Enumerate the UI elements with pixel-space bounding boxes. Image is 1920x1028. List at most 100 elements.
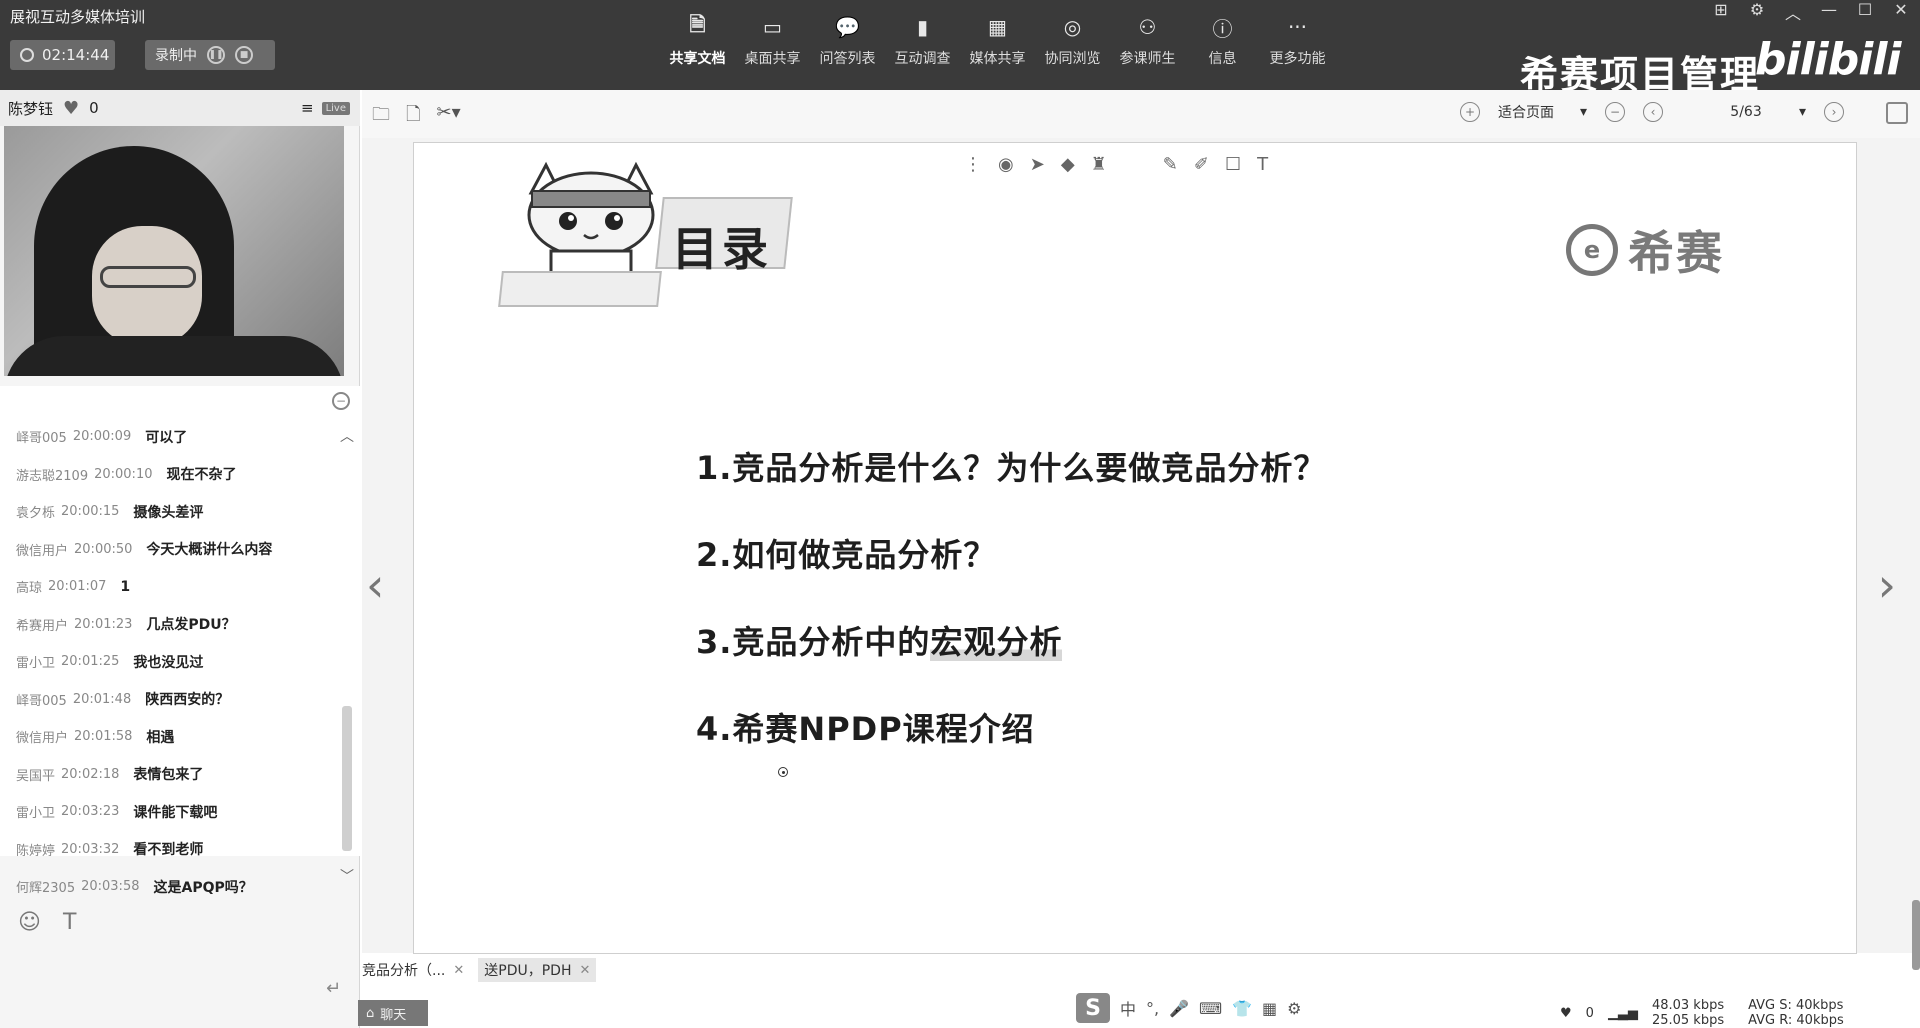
chat-time: 20:01:58	[74, 729, 133, 745]
ime-settings-icon[interactable]: ⚙	[1287, 999, 1301, 1018]
chat-message: 微信用户 20:00:50 今天大概讲什么内容	[16, 531, 336, 569]
new-page-icon[interactable]: 🗋	[406, 102, 420, 132]
heart-icon[interactable]: ♥	[63, 98, 79, 119]
presenter-bar: 陈梦钰 ♥ 0 ≡ Live	[0, 90, 360, 126]
pointer-icon[interactable]: ➤	[1030, 154, 1045, 175]
nav-label: 互动调查	[894, 51, 951, 67]
chat-user: 吴国平	[16, 768, 56, 784]
nav-info[interactable]: ⓘ 信息	[1185, 14, 1260, 68]
timer: 02:14:44	[10, 40, 115, 70]
fullscreen-icon[interactable]	[1886, 102, 1908, 124]
collapse-chat-icon[interactable]: −	[332, 392, 350, 410]
prev-page-icon[interactable]: ‹	[1643, 102, 1664, 122]
document-toolbar: 🗀 🗋 ✂▾ + 适合页面 ▾ − ‹ 5/63 ▾ ›	[362, 90, 1920, 138]
laser-icon[interactable]: ◉	[998, 154, 1014, 175]
nav-qa-list[interactable]: 💬 问答列表	[810, 14, 885, 68]
nav-label: 共享文档	[669, 51, 726, 67]
scissors-icon[interactable]: ✂▾	[436, 102, 460, 132]
sogou-icon[interactable]: S	[1076, 993, 1110, 1023]
side-handle[interactable]	[1912, 900, 1920, 970]
recording-label: 录制中	[155, 48, 197, 64]
doc-tab[interactable]: 送PDU，PDH ✕	[478, 958, 597, 982]
download-rate: 25.05 kbps	[1651, 1013, 1725, 1028]
presenter-name: 陈梦钰	[8, 99, 54, 118]
skin-icon[interactable]: 👕	[1232, 999, 1252, 1018]
chat-tab-icon: ⌂	[366, 1005, 375, 1021]
like-heart-icon[interactable]: ♥	[1560, 1006, 1572, 1021]
status-bar: ♥ 0 ▁▃▅ 48.03 kbps 25.05 kbps AVG S: 40k…	[1560, 998, 1844, 1028]
chat-time: 20:00:09	[72, 429, 132, 445]
rectangle-icon[interactable]: ☐	[1225, 154, 1241, 175]
send-icon[interactable]: ↵	[326, 978, 341, 999]
maximize-icon[interactable]: ☐	[1856, 0, 1874, 24]
emoji-icon[interactable]: ☺	[18, 910, 41, 935]
compass-icon: ◎	[1063, 15, 1082, 39]
pause-icon[interactable]: ❚❚	[207, 46, 225, 64]
next-slide-icon[interactable]: ›	[1878, 558, 1896, 612]
bottom-tabs: 竞品分析（... ✕ 送PDU，PDH ✕	[356, 958, 597, 982]
chat-tab-button[interactable]: ⌂ 聊天	[358, 1000, 428, 1026]
nav-shared-docs[interactable]: 🗎 共享文档	[660, 12, 735, 68]
nav-participants[interactable]: ⚇ 参课师生	[1110, 14, 1185, 68]
close-icon[interactable]: ✕	[1892, 0, 1910, 24]
pen-icon[interactable]: ✐	[1194, 154, 1209, 175]
chat-panel: − 峄哥005 20:00:09 可以了 游志聪2109 20:00:10 现在不杂了 …	[0, 386, 360, 896]
left-panel: 陈梦钰 ♥ 0 ≡ Live − 峄哥005 20:00:09 可以了 游志聪210…	[0, 90, 360, 1028]
scroll-thumb[interactable]	[342, 706, 352, 851]
chat-text: 我也没见过	[133, 654, 204, 671]
microphone-icon[interactable]: 🎤	[1169, 999, 1189, 1018]
minimize-icon[interactable]: —	[1820, 0, 1838, 24]
open-folder-icon[interactable]: 🗀	[372, 102, 390, 132]
chat-user: 峄哥005	[16, 693, 67, 709]
toolbox-icon[interactable]: ▦	[1262, 999, 1277, 1018]
upload-rate: 48.03 kbps	[1651, 998, 1725, 1013]
logo-mark-icon: e	[1566, 224, 1618, 276]
menu-icon[interactable]: ≡	[301, 99, 314, 117]
nav-more[interactable]: ··· 更多功能	[1260, 14, 1335, 68]
chat-tab-label: 聊天	[380, 1007, 407, 1023]
nav-label: 参课师生	[1119, 51, 1176, 67]
presenter-likes: 0	[89, 99, 99, 117]
eraser-icon[interactable]: ◆	[1061, 154, 1075, 175]
chat-user: 微信用户	[16, 543, 69, 559]
nav-survey[interactable]: ▮ 互动调查	[885, 14, 960, 68]
toc-text: 4.希赛NPDP课程介绍	[696, 710, 1035, 748]
chat-message: 微信用户 20:01:58 相遇	[16, 718, 336, 756]
text-format-icon[interactable]: T	[63, 910, 76, 935]
ime-chinese-icon[interactable]: 中	[1120, 996, 1136, 1020]
chat-time: 20:00:10	[94, 466, 153, 482]
recording-control[interactable]: 录制中 ❚❚ ■	[145, 40, 275, 70]
zoom-controls: + 适合页面 ▾ − ‹ 5/63 ▾ ›	[1460, 102, 1845, 122]
next-page-icon[interactable]: ›	[1824, 102, 1845, 122]
text-tool-icon[interactable]: T	[1257, 154, 1268, 175]
chat-user: 游志聪2109	[16, 468, 89, 484]
collapse-icon[interactable]: ︿	[1784, 0, 1802, 24]
keyboard-icon[interactable]: ⌨	[1199, 999, 1222, 1018]
highlighter-icon[interactable]: ✎	[1163, 154, 1178, 175]
video-glasses	[100, 266, 196, 288]
close-tab-icon[interactable]: ✕	[453, 963, 464, 978]
close-tab-icon[interactable]: ✕	[580, 963, 591, 978]
nav-desktop-share[interactable]: ▭ 桌面共享	[735, 14, 810, 68]
ime-punct-icon[interactable]: °,	[1146, 999, 1159, 1018]
doc-tab[interactable]: 竞品分析（... ✕	[356, 958, 470, 982]
zoom-select[interactable]: 适合页面 ▾	[1498, 102, 1587, 122]
page-chevron-icon[interactable]: ▾	[1799, 104, 1806, 120]
page-number[interactable]: 5/63	[1711, 104, 1781, 120]
stamp-icon[interactable]: ♜	[1091, 154, 1107, 175]
chat-text: 几点发PDU？	[146, 617, 236, 634]
scroll-down-icon[interactable]: ﹀	[340, 866, 354, 886]
people-icon: ⚇	[1138, 15, 1157, 39]
zoom-out-icon[interactable]: −	[1605, 102, 1626, 122]
stop-icon[interactable]: ■	[235, 46, 253, 64]
zoom-in-icon[interactable]: +	[1460, 102, 1480, 122]
app-title: 展视互动多媒体培训	[10, 8, 146, 26]
nav-media-share[interactable]: ▦ 媒体共享	[960, 14, 1035, 68]
settings-icon[interactable]: ⚙	[1748, 0, 1766, 24]
layout-icon[interactable]: ⊞	[1712, 0, 1730, 24]
scroll-up-icon[interactable]: ︿	[340, 426, 354, 446]
prev-slide-icon[interactable]: ‹	[366, 558, 384, 612]
chat-scrollbar[interactable]: ︿ ﹀	[340, 426, 354, 885]
chat-list: 峄哥005 20:00:09 可以了 游志聪2109 20:00:10 现在不杂了 袁夕…	[16, 418, 336, 906]
nav-co-browse[interactable]: ◎ 协同浏览	[1035, 14, 1110, 68]
